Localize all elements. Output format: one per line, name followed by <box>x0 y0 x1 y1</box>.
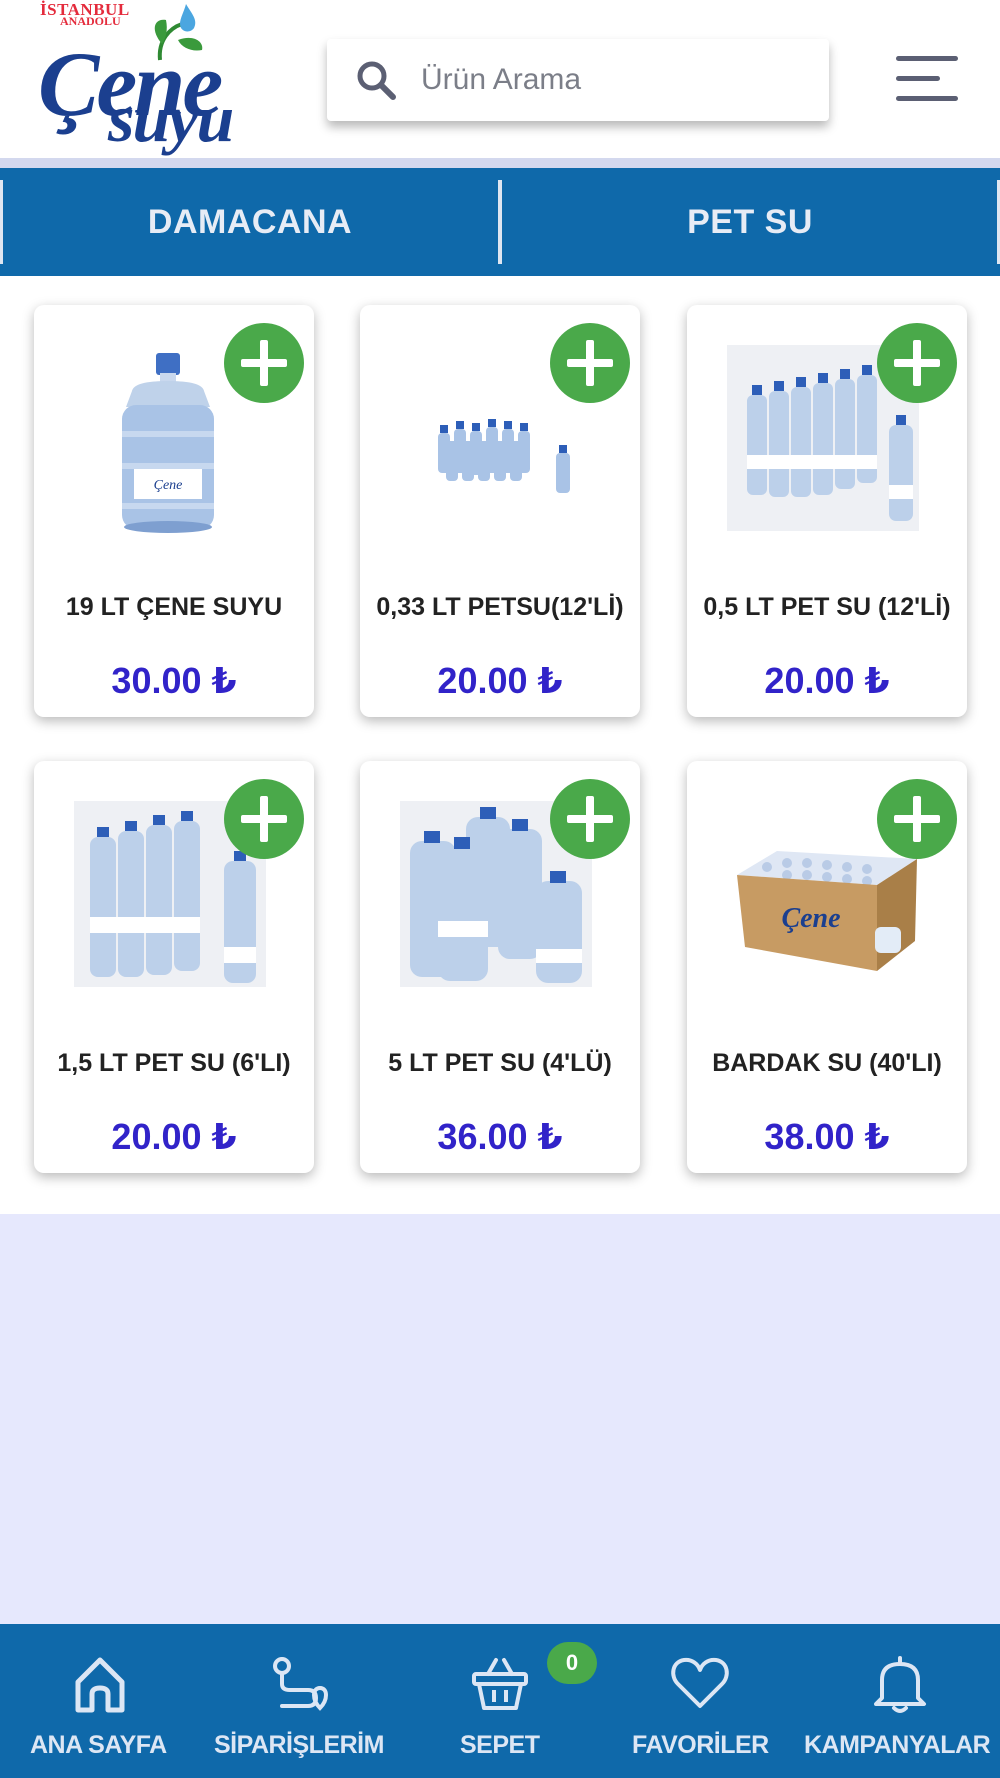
tab-damacana[interactable]: DAMACANA <box>0 168 500 276</box>
heart-icon <box>671 1657 729 1708</box>
nav-label: ANA SAYFA <box>30 1731 167 1759</box>
search-icon <box>357 61 396 100</box>
add-to-cart-button[interactable] <box>550 323 630 403</box>
product-name: 19 LT ÇENE SUYU <box>65 593 283 621</box>
nav-label: FAVORİLER <box>632 1731 769 1759</box>
product-card[interactable]: 5 LT PET SU (4'LÜ) 36.00 ₺ <box>360 761 640 1173</box>
add-to-cart-button[interactable] <box>550 779 630 859</box>
nav-item-orders[interactable]: SİPARİŞLERİM <box>200 1624 400 1778</box>
add-to-cart-button[interactable] <box>877 779 957 859</box>
tab-edge-left <box>0 180 3 264</box>
nav-label: KAMPANYALAR <box>804 1731 991 1759</box>
route-icon <box>273 1657 328 1711</box>
search-input[interactable]: Ürün Arama <box>421 63 581 97</box>
tab-pet-su[interactable]: PET SU <box>500 168 1000 276</box>
product-name: 5 LT PET SU (4'LÜ) <box>388 1049 612 1077</box>
product-grid: Çene 19 LT ÇENE SUYU 30.00 ₺ 0,33 LT PET… <box>0 276 1000 1214</box>
brand-logo[interactable]: İSTANBUL ANADOLU Çene suyu <box>38 0 248 165</box>
cart-count-badge: 0 <box>547 1642 597 1684</box>
add-to-cart-button[interactable] <box>224 323 304 403</box>
logo-text-anadolu: ANADOLU <box>60 14 121 28</box>
product-card[interactable]: 0,33 LT PETSU(12'Lİ) 20.00 ₺ <box>360 305 640 717</box>
search-bar[interactable]: Ürün Arama <box>327 39 829 121</box>
product-card[interactable]: Çene 19 LT ÇENE SUYU 30.00 ₺ <box>34 305 314 717</box>
product-price: 30.00 ₺ <box>111 660 237 701</box>
add-to-cart-button[interactable] <box>877 323 957 403</box>
header: İSTANBUL ANADOLU Çene suyu Ürün Arama <box>0 0 1000 162</box>
home-icon <box>75 1657 125 1713</box>
product-card[interactable]: 0,5 LT PET SU (12'Lİ) 20.00 ₺ <box>687 305 967 717</box>
product-price: 36.00 ₺ <box>437 1116 563 1157</box>
bell-icon <box>874 1656 926 1713</box>
product-name: 1,5 LT PET SU (6'LI) <box>57 1049 291 1077</box>
product-card[interactable]: Çene BARDAK SU (40'LI) 38.00 ₺ <box>687 761 967 1173</box>
product-price: 20.00 ₺ <box>437 660 563 701</box>
svg-text:Çene: Çene <box>781 903 840 934</box>
product-name: 0,5 LT PET SU (12'Lİ) <box>703 593 951 621</box>
logo-brand-bottom: suyu <box>108 80 234 156</box>
nav-label: SEPET <box>460 1731 540 1759</box>
nav-item-favorites[interactable]: FAVORİLER <box>600 1624 800 1778</box>
product-card[interactable]: 1,5 LT PET SU (6'LI) 20.00 ₺ <box>34 761 314 1173</box>
nav-item-campaigns[interactable]: KAMPANYALAR <box>800 1624 1000 1778</box>
category-tabs: DAMACANA PET SU <box>0 168 1000 276</box>
svg-text:Çene: Çene <box>154 478 183 493</box>
product-price: 38.00 ₺ <box>764 1116 890 1157</box>
bottom-navigation: ANA SAYFA SİPARİŞLERİM SEPET 0 FAVORİLER <box>0 1624 1000 1778</box>
product-name: 0,33 LT PETSU(12'Lİ) <box>376 593 624 621</box>
product-name: BARDAK SU (40'LI) <box>712 1049 942 1077</box>
tab-divider <box>498 180 502 264</box>
nav-item-home[interactable]: ANA SAYFA <box>0 1624 200 1778</box>
header-divider <box>0 158 1000 168</box>
product-price: 20.00 ₺ <box>764 660 890 701</box>
add-to-cart-button[interactable] <box>224 779 304 859</box>
nav-label: SİPARİŞLERİM <box>214 1731 384 1759</box>
hamburger-menu-icon[interactable] <box>896 56 958 102</box>
product-price: 20.00 ₺ <box>111 1116 237 1157</box>
basket-icon <box>472 1658 528 1710</box>
